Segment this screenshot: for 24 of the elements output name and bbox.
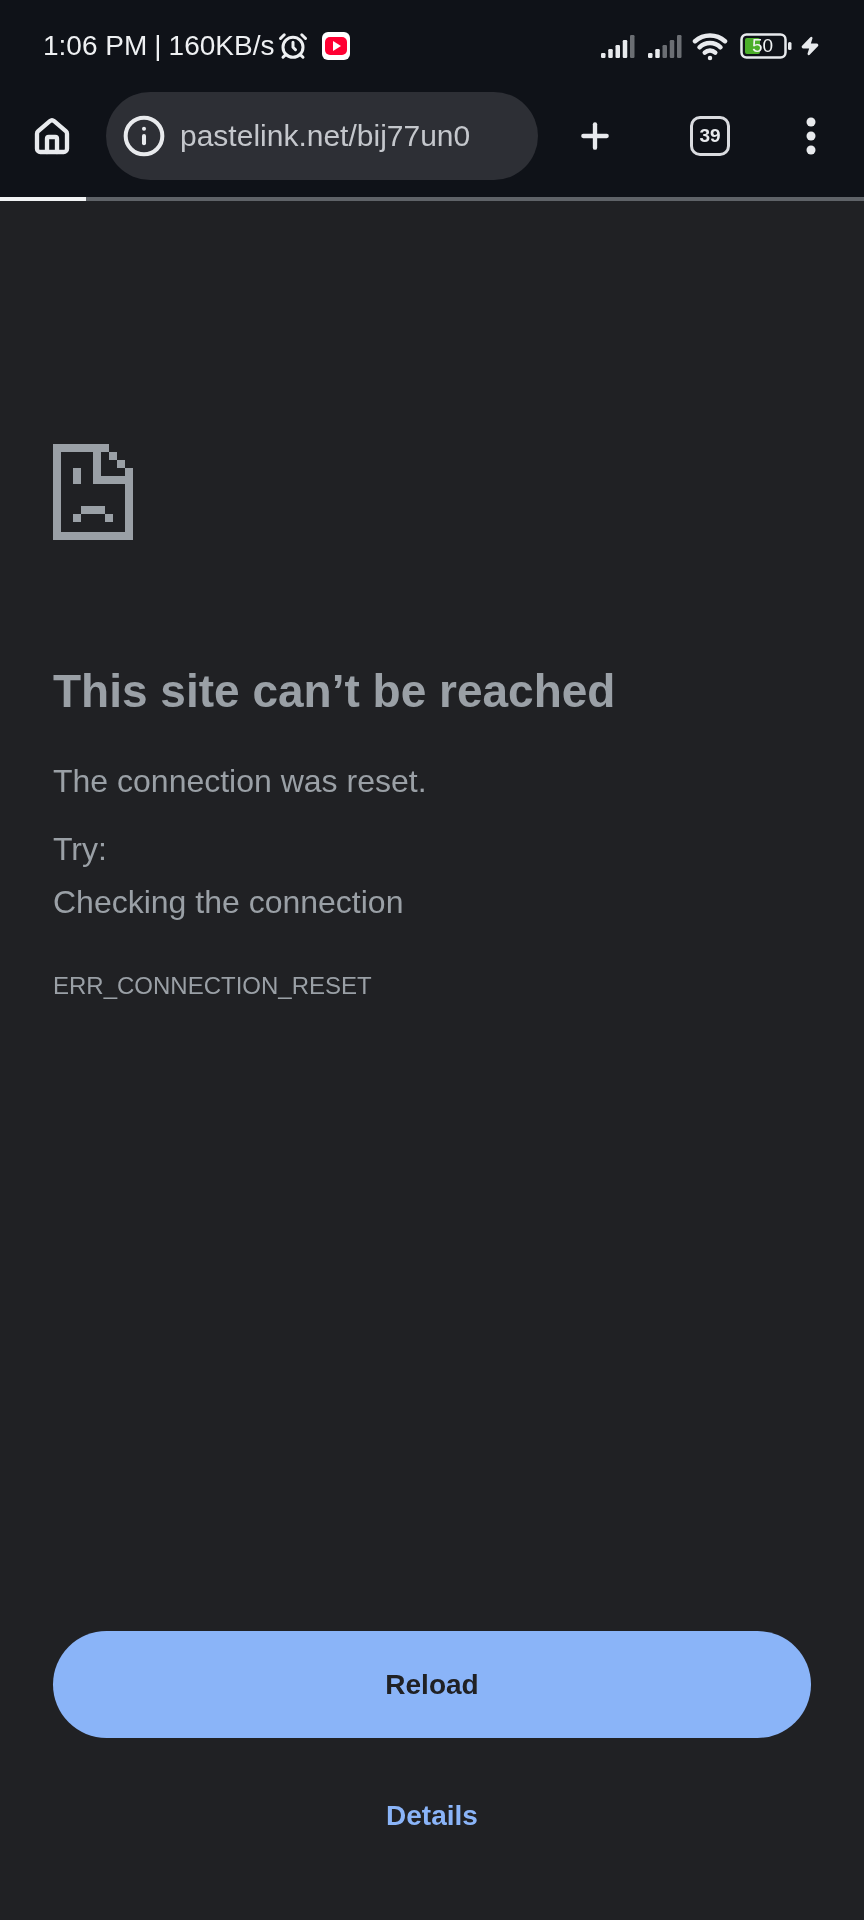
url-text: pastelink.net/bij77un0 xyxy=(180,118,471,154)
suggestion-text: Checking the connection xyxy=(53,883,404,922)
menu-icon xyxy=(805,117,816,155)
menu-button[interactable] xyxy=(804,116,817,156)
info-icon[interactable] xyxy=(122,114,166,158)
home-button[interactable] xyxy=(32,117,72,157)
error-code: ERR_CONNECTION_RESET xyxy=(53,971,372,1001)
address-bar[interactable]: pastelink.net/bij77un0 xyxy=(106,92,538,180)
try-label: Try: xyxy=(53,830,107,869)
signal-icon xyxy=(648,34,682,58)
tab-switcher-button[interactable]: 39 xyxy=(690,116,730,156)
signal-icon xyxy=(601,34,635,58)
network-speed: 160KB/s xyxy=(168,29,275,63)
reload-button[interactable]: Reload xyxy=(53,1631,811,1738)
alarm-clock-icon xyxy=(278,31,309,61)
sad-page-icon xyxy=(53,444,133,540)
bolt-icon xyxy=(800,36,820,56)
status-separator: | xyxy=(154,29,162,63)
details-button[interactable]: Details xyxy=(370,1786,494,1846)
error-title: This site can’t be reached xyxy=(53,664,616,718)
home-icon xyxy=(32,117,72,157)
status-time: 1:06 PM xyxy=(43,29,148,63)
error-message: The connection was reset. xyxy=(53,762,427,801)
video-play-icon xyxy=(322,32,351,60)
